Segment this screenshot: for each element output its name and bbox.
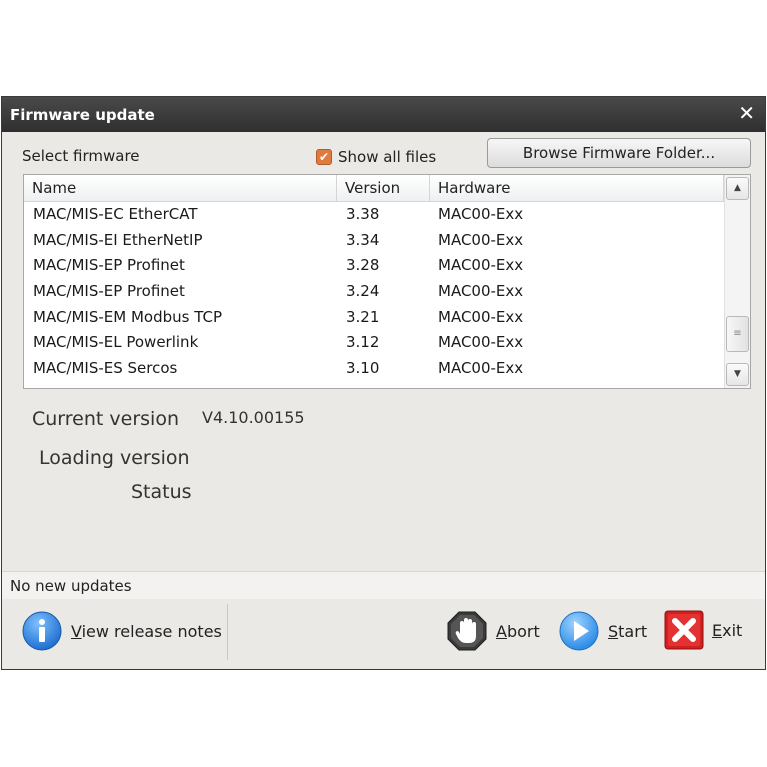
view-release-notes-button[interactable]: View release notes — [21, 610, 222, 652]
scroll-down-icon[interactable]: ▼ — [726, 363, 749, 386]
stop-hand-icon — [447, 611, 487, 651]
firmware-version: 3.10 — [346, 359, 380, 378]
exit-x-icon — [664, 610, 704, 650]
close-icon[interactable]: ✕ — [738, 103, 755, 123]
list-item[interactable]: MAC/MIS-EI EtherNetIP 3.34 MAC00-Exx — [24, 228, 724, 254]
select-firmware-label: Select firmware — [22, 147, 140, 165]
firmware-version: 3.38 — [346, 205, 380, 223]
list-rows: MAC/MIS-EC EtherCAT 3.38 MAC00-Exx MAC/M… — [24, 202, 724, 388]
list-item[interactable]: MAC/MIS-EP Profinet 3.24 MAC00-Exx — [24, 279, 724, 305]
list-item[interactable]: MAC/MIS-ES Sercos 3.10 MAC00-Exx — [24, 356, 724, 382]
list-scrollbar[interactable]: ▲ ≡ ▼ — [724, 175, 750, 388]
firmware-hardware: MAC00-Exx — [438, 359, 524, 378]
firmware-version: 3.28 — [346, 256, 380, 275]
play-icon — [559, 611, 599, 651]
firmware-hardware: MAC00-Exx — [438, 307, 524, 326]
firmware-version: 3.24 — [346, 282, 380, 301]
list-item[interactable]: MAC/MIS-EP Profinet 3.28 MAC00-Exx — [24, 253, 724, 279]
list-item[interactable]: MAC/MIS-EM Modbus TCP 3.21 MAC00-Exx — [24, 305, 724, 331]
status-label: Status — [131, 481, 192, 503]
start-button[interactable]: Start — [558, 610, 647, 652]
firmware-name: MAC/MIS-EM Modbus TCP — [33, 307, 223, 326]
window-title: Firmware update — [10, 106, 155, 124]
firmware-hardware: MAC00-Exx — [438, 230, 524, 249]
list-item[interactable]: MAC/MIS-EC EtherCAT 3.38 MAC00-Exx — [24, 202, 724, 228]
checkmark-icon[interactable]: ✔ — [316, 149, 332, 165]
firmware-update-window: Firmware update ✕ Select firmware ✔ Show… — [1, 96, 766, 670]
firmware-list[interactable]: Name Version Hardware MAC/MIS-EC EtherCA… — [23, 174, 751, 389]
info-icon — [22, 611, 62, 651]
action-divider — [227, 604, 228, 660]
column-header-version[interactable]: Version — [337, 175, 430, 201]
start-label: Start — [608, 621, 648, 641]
firmware-name-clipped — [33, 382, 38, 388]
browse-firmware-folder-button[interactable]: Browse Firmware Folder... — [487, 138, 751, 168]
firmware-version: 3.21 — [346, 307, 380, 326]
list-item-partial[interactable] — [24, 382, 724, 388]
scroll-up-icon[interactable]: ▲ — [726, 177, 749, 200]
current-version-label: Current version — [32, 408, 179, 430]
firmware-version: 3.34 — [346, 230, 380, 249]
firmware-version: 3.12 — [346, 333, 380, 352]
firmware-name: MAC/MIS-EI EtherNetIP — [33, 230, 203, 249]
status-message: No new updates — [10, 577, 132, 595]
show-all-files-checkbox[interactable]: ✔ Show all files — [316, 148, 436, 166]
exit-label: Exit — [712, 620, 743, 640]
current-version-value: V4.10.00155 — [202, 408, 305, 427]
abort-button[interactable]: Abort — [446, 610, 540, 652]
abort-label: Abort — [496, 621, 540, 641]
column-header-hardware[interactable]: Hardware — [430, 175, 724, 201]
firmware-hardware: MAC00-Exx — [438, 205, 524, 223]
firmware-name: MAC/MIS-ES Sercos — [33, 359, 178, 378]
status-bar: No new updates — [2, 571, 765, 599]
firmware-hardware: MAC00-Exx — [438, 256, 524, 275]
list-item[interactable]: MAC/MIS-EL Powerlink 3.12 MAC00-Exx — [24, 330, 724, 356]
firmware-hardware: MAC00-Exx — [438, 282, 524, 301]
list-header: Name Version Hardware — [24, 175, 724, 202]
firmware-name: MAC/MIS-EP Profinet — [33, 256, 185, 275]
firmware-name: MAC/MIS-EP Profinet — [33, 282, 185, 301]
title-bar: Firmware update ✕ — [2, 97, 765, 132]
loading-version-label: Loading version — [39, 447, 190, 469]
firmware-name: MAC/MIS-EC EtherCAT — [33, 205, 198, 223]
scroll-thumb[interactable]: ≡ — [726, 316, 749, 352]
firmware-name: MAC/MIS-EL Powerlink — [33, 333, 199, 352]
column-header-name[interactable]: Name — [24, 175, 337, 201]
action-bar: View release notes Abort Start Exit — [2, 600, 765, 668]
firmware-hardware: MAC00-Exx — [438, 333, 524, 352]
view-release-notes-label: View release notes — [71, 621, 222, 641]
exit-button[interactable]: Exit — [664, 610, 742, 650]
show-all-files-label: Show all files — [338, 148, 437, 166]
